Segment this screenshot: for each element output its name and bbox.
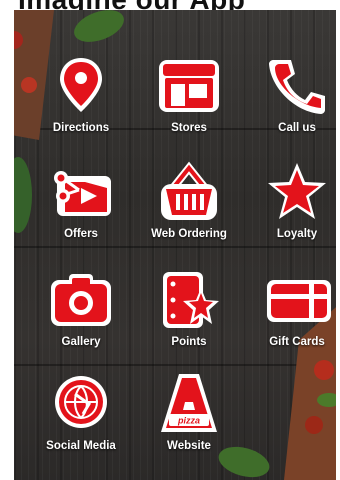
star-card-icon — [159, 270, 219, 330]
storefront-icon — [159, 56, 219, 116]
app-screen: Directions Stores Call us Offers Web Ord… — [14, 10, 336, 480]
menu-item-label: Directions — [52, 122, 110, 134]
menu-item-loyalty[interactable]: Loyalty — [242, 162, 336, 252]
menu-item-offers[interactable]: Offers — [26, 162, 136, 252]
menu-item-label: Gift Cards — [269, 336, 325, 348]
camera-icon — [51, 270, 111, 330]
menu-item-label: Points — [171, 336, 207, 348]
page-title: Imagine our App — [18, 0, 245, 10]
menu-item-label: Offers — [64, 228, 98, 240]
menu-item-label: Stores — [171, 122, 207, 134]
shopping-basket-icon — [159, 161, 219, 222]
header: Imagine our App — [0, 0, 340, 10]
menu-item-gallery[interactable]: Gallery — [26, 270, 136, 360]
phone-icon — [267, 56, 327, 116]
menu-item-label: Social Media — [46, 440, 116, 452]
menu-item-label: Web Ordering — [151, 228, 227, 240]
coupon-scissors-icon — [51, 162, 111, 222]
pizza-logo-icon: pizza — [159, 374, 219, 434]
globe-icon — [51, 374, 111, 434]
menu-item-label: Loyalty — [276, 228, 318, 240]
menu-item-gift-cards[interactable]: Gift Cards — [242, 270, 336, 360]
menu-item-label: Gallery — [61, 336, 101, 348]
menu-item-label: Website — [167, 440, 211, 452]
menu-item-points[interactable]: Points — [134, 270, 244, 360]
gift-card-icon — [267, 270, 331, 330]
menu-item-social-media[interactable]: Social Media — [26, 374, 136, 464]
basil-leaf-decoration — [74, 10, 124, 42]
pizza-logo-text: pizza — [177, 416, 200, 426]
menu-item-call-us[interactable]: Call us — [242, 56, 336, 146]
menu-item-directions[interactable]: Directions — [26, 56, 136, 146]
menu-item-web-ordering[interactable]: Web Ordering — [134, 161, 244, 252]
menu-item-label: Call us — [278, 122, 316, 134]
location-pin-icon — [51, 56, 111, 116]
star-icon — [267, 162, 327, 222]
menu-item-website[interactable]: pizza Website — [134, 374, 244, 464]
menu-item-stores[interactable]: Stores — [134, 56, 244, 146]
